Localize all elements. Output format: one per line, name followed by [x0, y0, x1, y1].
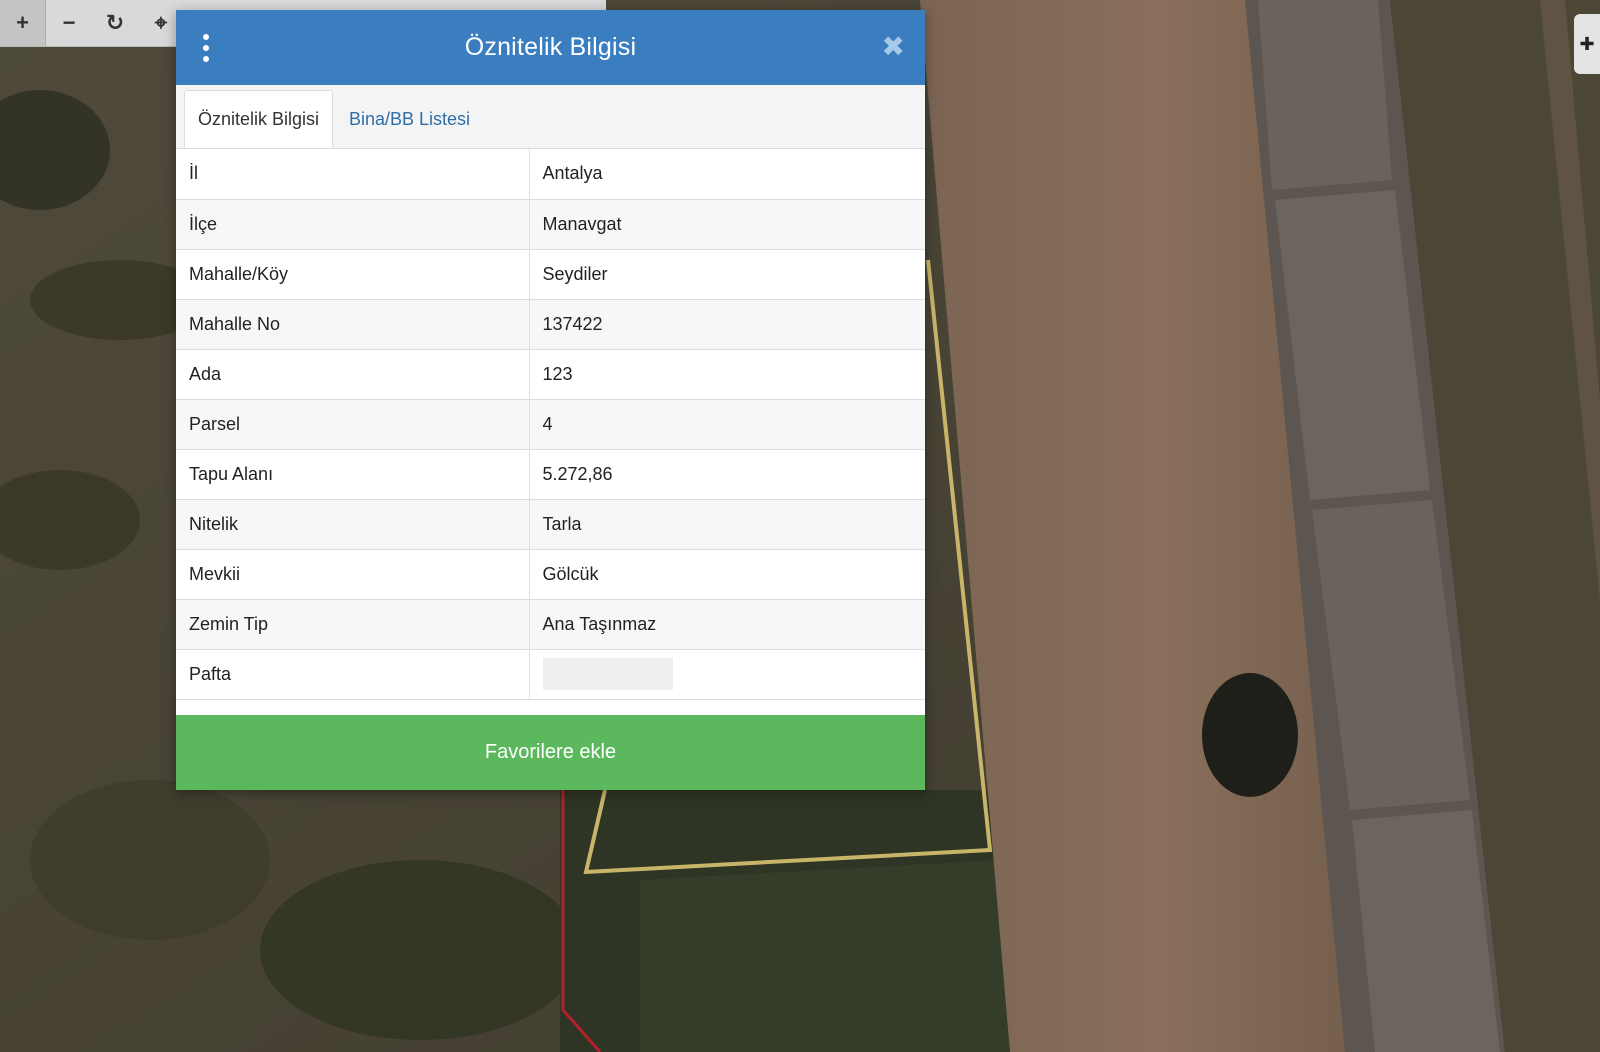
zoom-out-icon[interactable]: −	[46, 0, 92, 46]
tab-bar: Öznitelik Bilgisi Bina/BB Listesi	[176, 85, 925, 149]
attr-key: İlçe	[176, 199, 530, 250]
attr-key: İl	[176, 149, 530, 200]
attr-key: Pafta	[176, 649, 530, 700]
table-row: İl Antalya	[176, 149, 925, 200]
attr-key: Zemin Tip	[176, 599, 530, 650]
attr-key: Tapu Alanı	[176, 449, 530, 500]
right-panel-toggle-icon[interactable]: ✚	[1574, 14, 1600, 74]
table-row: İlçe Manavgat	[176, 199, 925, 250]
table-row: Mahalle/Köy Seydiler	[176, 249, 925, 300]
attr-key: Mevkii	[176, 549, 530, 600]
attr-value: Manavgat	[529, 199, 925, 250]
attr-value: Seydiler	[529, 249, 925, 300]
dialog-header: Öznitelik Bilgisi ✖	[176, 10, 925, 85]
attr-key: Parsel	[176, 399, 530, 450]
attr-value: 137422	[529, 299, 925, 350]
table-row: Pafta	[176, 649, 925, 700]
table-row: Zemin Tip Ana Taşınmaz	[176, 599, 925, 650]
attr-key: Mahalle/Köy	[176, 249, 530, 300]
table-row: Mevkii Gölcük	[176, 549, 925, 600]
table-row: Tapu Alanı 5.272,86	[176, 449, 925, 500]
attr-key: Mahalle No	[176, 299, 530, 350]
attr-key: Nitelik	[176, 499, 530, 550]
refresh-icon[interactable]: ↻	[92, 0, 138, 46]
tab-attribute-info[interactable]: Öznitelik Bilgisi	[184, 90, 334, 148]
zoom-in-icon[interactable]: +	[0, 0, 46, 46]
attribute-dialog: Öznitelik Bilgisi ✖ Öznitelik Bilgisi Bi…	[176, 10, 925, 790]
dialog-title: Öznitelik Bilgisi	[464, 33, 637, 61]
add-to-favorites-button[interactable]: Favorilere ekle	[176, 715, 925, 790]
attr-value: 5.272,86	[529, 449, 925, 500]
attr-value: 4	[529, 399, 925, 450]
table-row: Nitelik Tarla	[176, 499, 925, 550]
attr-value	[529, 649, 925, 700]
tab-building-list[interactable]: Bina/BB Listesi	[336, 90, 483, 148]
redacted-value	[542, 658, 673, 690]
attr-value: Ana Taşınmaz	[529, 599, 925, 650]
attr-value: Tarla	[529, 499, 925, 550]
attr-value: 123	[529, 349, 925, 400]
table-row: Ada 123	[176, 349, 925, 400]
attr-value: Gölcük	[529, 549, 925, 600]
table-row: Mahalle No 137422	[176, 299, 925, 350]
close-icon[interactable]: ✖	[882, 32, 905, 62]
attr-value: Antalya	[529, 149, 925, 200]
table-row: Parsel 4	[176, 399, 925, 450]
kebab-menu-icon[interactable]	[202, 34, 210, 62]
attribute-table: İl Antalya İlçe Manavgat Mahalle/Köy Sey…	[176, 149, 925, 700]
attr-key: Ada	[176, 349, 530, 400]
